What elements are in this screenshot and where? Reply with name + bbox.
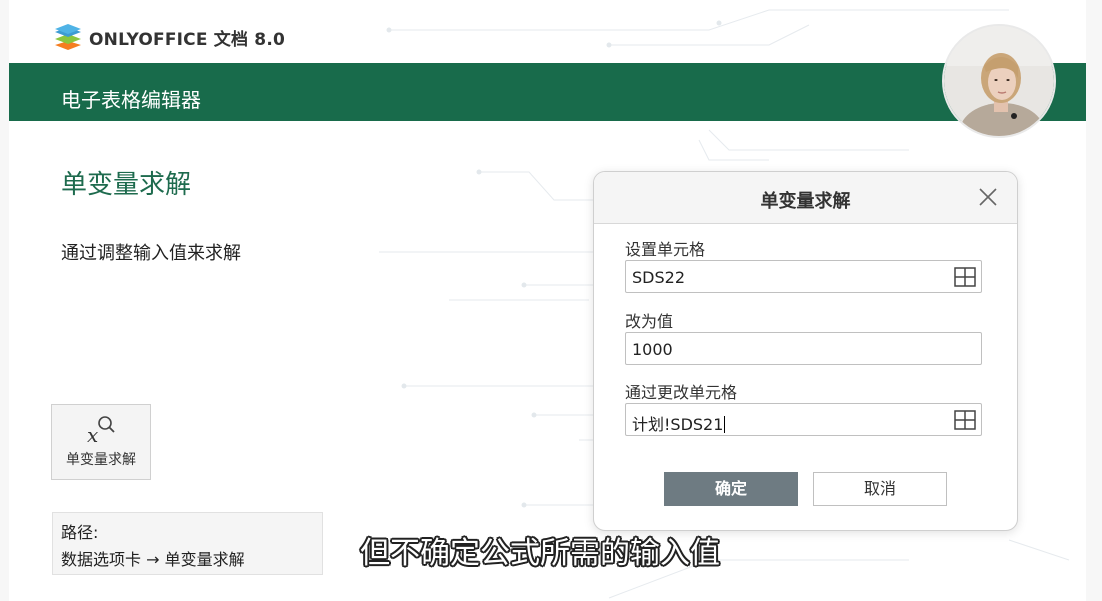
path-value: 数据选项卡 → 单变量求解 — [61, 550, 245, 569]
cancel-button[interactable]: 取消 — [813, 472, 947, 506]
select-range-icon[interactable] — [953, 266, 977, 288]
onlyoffice-logo-icon — [55, 24, 81, 50]
presenter-avatar — [942, 24, 1056, 138]
changing-cell-value: 计划!SDS21 — [632, 415, 724, 434]
to-value-value: 1000 — [632, 340, 673, 359]
set-cell-input[interactable]: SDS22 — [625, 260, 982, 293]
goal-seek-button-label: 单变量求解 — [66, 452, 136, 468]
presenter-photo — [944, 26, 1054, 136]
section-title: 单变量求解 — [61, 170, 192, 200]
section-description: 通过调整输入值来求解 — [61, 243, 241, 264]
to-value-input[interactable]: 1000 — [625, 332, 982, 365]
banner-title: 电子表格编辑器 — [61, 88, 201, 112]
video-subtitle: 但不确定公式所需的输入值 — [360, 536, 720, 571]
changing-cell-label: 通过更改单元格 — [625, 383, 738, 402]
dialog-title: 单变量求解 — [760, 191, 851, 212]
ok-button[interactable]: 确定 — [664, 472, 798, 506]
video-frame: ONLYOFFICE 文档 8.0 电子表格编辑器 单变量求解 通过调整输入值来… — [0, 0, 1102, 601]
close-icon[interactable] — [977, 186, 999, 208]
set-cell-label: 设置单元格 — [625, 240, 706, 259]
select-range-icon[interactable] — [953, 409, 977, 431]
path-label: 路径: — [61, 523, 99, 542]
goal-seek-toolbar-button[interactable]: x 单变量求解 — [51, 404, 151, 480]
goal-seek-icon: x — [87, 416, 115, 447]
changing-cell-input[interactable]: 计划!SDS21 — [625, 403, 982, 436]
path-info-box: 路径: 数据选项卡 → 单变量求解 — [52, 512, 323, 575]
logo-text: ONLYOFFICE 文档 8.0 — [89, 29, 286, 50]
presentation-slide: ONLYOFFICE 文档 8.0 电子表格编辑器 单变量求解 通过调整输入值来… — [9, 0, 1086, 601]
set-cell-value: SDS22 — [632, 268, 685, 287]
goal-seek-dialog: 单变量求解 设置单元格 SDS22 改为值 1000 通过更改单元格 计划!SD… — [593, 171, 1018, 531]
to-value-label: 改为值 — [625, 312, 674, 331]
dialog-header: 单变量求解 — [594, 172, 1017, 224]
onlyoffice-logo: ONLYOFFICE 文档 8.0 — [53, 22, 285, 52]
text-caret — [724, 416, 726, 433]
changing-cell-value-wrap: 计划!SDS21 — [632, 411, 726, 435]
svg-text:x: x — [87, 423, 98, 447]
